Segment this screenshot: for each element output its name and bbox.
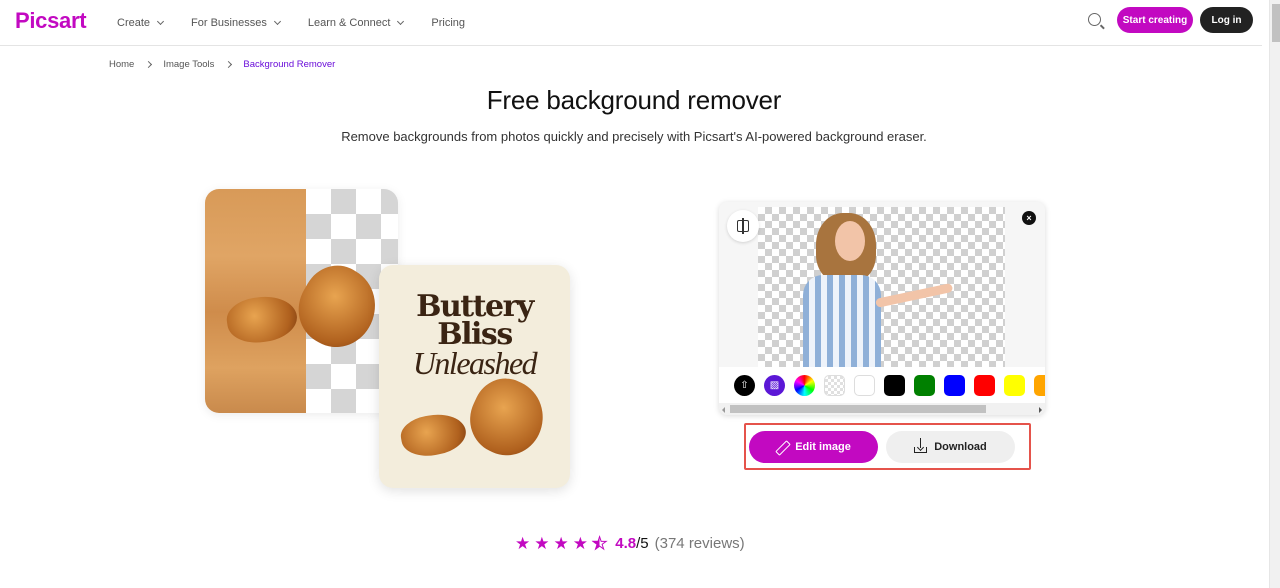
download-button[interactable]: Download bbox=[886, 431, 1015, 463]
main-nav: Create For Businesses Learn & Connect Pr… bbox=[117, 0, 493, 46]
color-swatch-green[interactable] bbox=[914, 374, 935, 396]
swatch-scrollbar[interactable] bbox=[719, 403, 1045, 415]
scroll-right-arrow-icon[interactable] bbox=[1039, 407, 1042, 413]
star-full-icon: ★ bbox=[534, 534, 550, 553]
croissant-piece bbox=[458, 368, 556, 467]
nav-for-businesses[interactable]: For Businesses bbox=[191, 17, 281, 29]
close-button[interactable]: × bbox=[1022, 211, 1036, 225]
breadcrumb-current: Background Remover bbox=[243, 59, 336, 70]
color-swatch-yellow[interactable] bbox=[1004, 374, 1025, 396]
page-subtitle: Remove backgrounds from photos quickly a… bbox=[341, 129, 927, 144]
poster-image: Buttery Bliss Unleashed bbox=[379, 265, 570, 488]
nav-label: Create bbox=[117, 17, 151, 29]
search-icon[interactable] bbox=[1088, 13, 1101, 26]
color-swatch-black[interactable] bbox=[884, 374, 905, 396]
edit-image-button[interactable]: Edit image bbox=[749, 431, 878, 463]
chevron-down-icon bbox=[273, 17, 281, 26]
top-navbar: Picsart Create For Businesses Learn & Co… bbox=[0, 0, 1262, 46]
subject-arm bbox=[875, 282, 954, 308]
scrollbar-thumb[interactable] bbox=[1272, 4, 1280, 42]
color-swatch-white[interactable] bbox=[854, 374, 875, 396]
pencil-icon bbox=[776, 441, 788, 453]
nav-label: For Businesses bbox=[191, 17, 267, 29]
login-button[interactable]: Log in bbox=[1200, 7, 1253, 33]
ai-background-icon[interactable]: ▨ bbox=[764, 374, 785, 396]
rating-max: /5 bbox=[636, 535, 649, 552]
breadcrumb-image-tools[interactable]: Image Tools bbox=[163, 59, 214, 70]
star-rating: ★ ★ ★ ★ ★ bbox=[515, 534, 611, 553]
nav-learn-connect[interactable]: Learn & Connect bbox=[307, 17, 405, 29]
rating-value: 4.8 bbox=[615, 535, 637, 552]
download-label: Download bbox=[934, 441, 987, 453]
star-full-icon: ★ bbox=[553, 534, 569, 553]
background-editor: × ⇧ ▨ bbox=[719, 202, 1045, 415]
rating: ★ ★ ★ ★ ★ 4.8 /5 (374 reviews) bbox=[515, 534, 745, 553]
croissant-piece bbox=[398, 409, 469, 461]
subject-body bbox=[803, 275, 881, 367]
star-full-icon: ★ bbox=[515, 534, 531, 553]
picsart-logo[interactable]: Picsart bbox=[15, 8, 87, 34]
page-scrollbar[interactable] bbox=[1269, 0, 1280, 588]
color-picker-swatch[interactable] bbox=[794, 374, 815, 396]
review-count: (374 reviews) bbox=[654, 535, 745, 552]
chevron-right-icon bbox=[225, 60, 233, 69]
breadcrumb: Home Image Tools Background Remover bbox=[109, 59, 335, 70]
star-half-icon: ★ bbox=[591, 534, 608, 553]
nav-label: Learn & Connect bbox=[307, 17, 391, 29]
image-canvas[interactable] bbox=[758, 207, 1005, 367]
start-creating-button[interactable]: Start creating bbox=[1117, 7, 1193, 33]
chevron-down-icon bbox=[397, 17, 405, 26]
nav-pricing[interactable]: Pricing bbox=[431, 17, 465, 29]
scroll-left-arrow-icon[interactable] bbox=[722, 407, 725, 413]
chevron-right-icon bbox=[145, 60, 153, 69]
scrollbar-thumb[interactable] bbox=[730, 405, 986, 413]
edit-image-label: Edit image bbox=[795, 441, 851, 453]
breadcrumb-home[interactable]: Home bbox=[109, 59, 134, 70]
page-title: Free background remover bbox=[486, 85, 782, 115]
before-after-image bbox=[205, 189, 398, 413]
nav-create[interactable]: Create bbox=[117, 17, 165, 29]
transparent-swatch[interactable] bbox=[824, 374, 845, 396]
color-swatch-orange[interactable] bbox=[1034, 374, 1045, 396]
download-icon bbox=[914, 438, 928, 453]
subject-face bbox=[835, 221, 865, 261]
background-swatches: ⇧ ▨ bbox=[719, 367, 1045, 403]
nav-label: Pricing bbox=[431, 17, 466, 29]
color-swatch-blue[interactable] bbox=[944, 374, 965, 396]
compare-button[interactable] bbox=[727, 210, 759, 242]
poster-text: Unleashed bbox=[412, 345, 538, 381]
color-swatch-red[interactable] bbox=[974, 374, 995, 396]
star-full-icon: ★ bbox=[572, 534, 588, 553]
close-icon: × bbox=[1026, 213, 1032, 223]
chevron-down-icon bbox=[156, 17, 165, 26]
compare-icon bbox=[737, 218, 749, 234]
upload-icon[interactable]: ⇧ bbox=[734, 374, 755, 396]
